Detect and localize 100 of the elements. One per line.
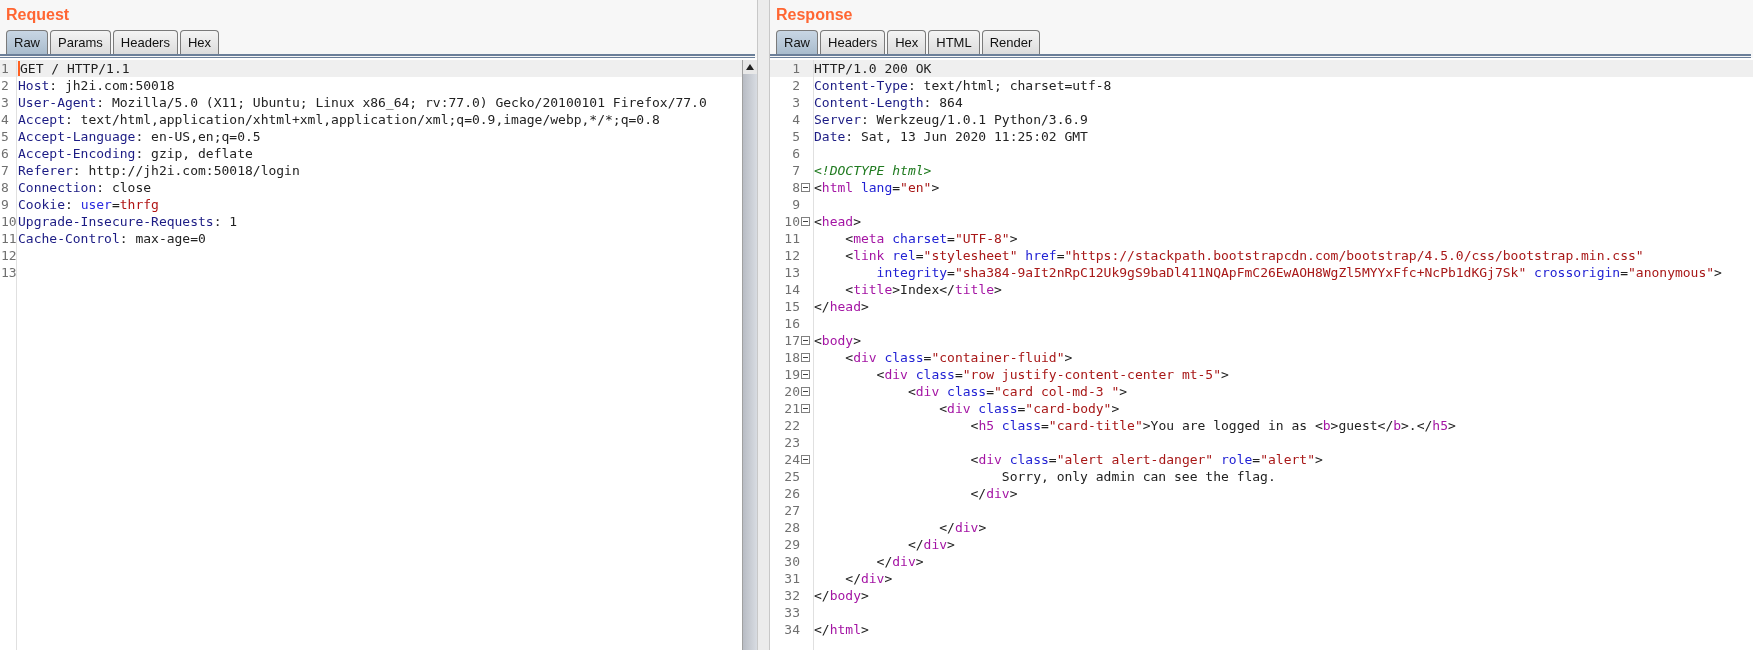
code-token: : jh2i.com:50018 <box>49 76 175 95</box>
code-token: Cache-Control <box>18 229 120 248</box>
code-token: = <box>986 382 995 401</box>
code-token: <!DOCTYPE html> <box>814 161 932 180</box>
collapse-icon[interactable] <box>801 353 810 362</box>
tab[interactable]: Raw <box>6 30 48 54</box>
collapse-icon[interactable] <box>801 217 810 226</box>
code-token: < <box>969 450 979 469</box>
collapse-icon[interactable] <box>801 370 810 379</box>
tab[interactable]: Headers <box>112 30 178 54</box>
code-token: : Sat, 13 Jun 2020 11:25:02 GMT <box>845 127 1088 146</box>
line-number: 1 <box>791 59 800 78</box>
line-number: 7 <box>791 161 800 180</box>
line-number: 11 <box>783 229 800 248</box>
line-number: 6 <box>791 144 800 163</box>
code-token: > <box>860 620 869 639</box>
collapse-icon[interactable] <box>801 455 810 464</box>
code-token: "en" <box>900 178 932 197</box>
code-token: class <box>883 348 924 367</box>
tab[interactable]: Render <box>981 30 1041 54</box>
scroll-up-icon[interactable] <box>743 60 757 74</box>
line-number: 2 <box>791 76 800 95</box>
code-token: class <box>1000 416 1041 435</box>
code-token: : Werkzeug/1.0.1 Python/3.6.9 <box>860 110 1088 129</box>
code-token: </ <box>814 297 830 316</box>
collapse-icon[interactable] <box>801 336 810 345</box>
line-number: 17 <box>783 331 800 350</box>
code-token: > <box>947 535 955 554</box>
collapse-icon[interactable] <box>801 183 810 192</box>
code-token: : 1 <box>213 212 238 231</box>
code-token: </ <box>844 569 861 588</box>
code-token: : max-age=0 <box>119 229 206 248</box>
code-token: HTTP/1.0 200 OK <box>814 59 932 78</box>
line-number: 28 <box>783 518 800 537</box>
code-token: "sha384-9aIt2nRpC12Uk9gS9baDl411NQApFmC26EwAOH8WgZl5MYYxFfc+NcPb1dKGj7Sk" <box>954 263 1527 282</box>
code-token: "stylesheet" <box>923 246 1018 265</box>
code-token: Accept-Language <box>18 127 136 146</box>
line-number: 16 <box>783 314 800 333</box>
line-number: 5 <box>1 127 9 146</box>
tab[interactable]: Params <box>50 30 111 54</box>
code-token: >guest</ <box>1330 416 1394 435</box>
code-token: < <box>844 229 854 248</box>
code-token: >Index</ <box>892 280 955 299</box>
line-number: 34 <box>783 620 800 639</box>
line-number: 31 <box>783 569 800 588</box>
code-token: "card-title" <box>1048 416 1143 435</box>
code-token: body <box>829 586 861 605</box>
code-token: "UTF-8" <box>954 229 1010 248</box>
code-token: : Mozilla/5.0 (X11; Ubuntu; Linux x86_64; rv:77.0) Gecko/20100101 Firefox/77.0 <box>96 93 707 112</box>
line-number: 1 <box>1 59 9 78</box>
code-token: body <box>821 331 854 350</box>
code-token: > <box>1009 229 1018 248</box>
code-token: </ <box>814 586 830 605</box>
line-number: 27 <box>783 501 800 520</box>
code-token: < <box>814 331 822 350</box>
code-token: rel <box>891 246 916 265</box>
code-token: Accept-Encoding <box>18 144 136 163</box>
code-token: "alert" <box>1260 450 1315 469</box>
code-token: "https://stackpath.bootstrapcdn.com/bootstrap/4.5.0/css/bootstrap.min.css" <box>1064 246 1644 265</box>
code-token: </ <box>969 484 987 503</box>
code-token: </ <box>814 620 830 639</box>
tab[interactable]: Headers <box>820 30 886 54</box>
code-token: meta <box>853 229 885 248</box>
code-token: = <box>947 229 955 248</box>
collapse-icon[interactable] <box>801 387 810 396</box>
code-token: div <box>915 382 940 401</box>
code-token: class <box>977 399 1018 418</box>
tab[interactable]: Raw <box>776 30 818 54</box>
code-token: "anonymous" <box>1628 263 1715 282</box>
code-token: div <box>853 348 877 367</box>
code-token: = <box>923 348 932 367</box>
code-token: > <box>978 518 987 537</box>
code-token: : gzip, deflate <box>135 144 253 163</box>
code-token: html <box>821 178 854 197</box>
code-token: href <box>1024 246 1057 265</box>
line-number: 19 <box>783 365 800 384</box>
code-token: > <box>860 586 869 605</box>
scrollbar[interactable] <box>742 60 757 650</box>
code-token: = <box>1048 450 1057 469</box>
line-number: 29 <box>783 535 800 554</box>
line-number: 14 <box>783 280 800 299</box>
tab[interactable]: Hex <box>179 30 220 54</box>
code-token: class <box>946 382 987 401</box>
code-token: = <box>1017 399 1026 418</box>
line-number: 33 <box>783 603 800 622</box>
tab[interactable]: Hex <box>887 30 927 54</box>
tab[interactable]: HTML <box>928 30 980 54</box>
code-token: > <box>915 552 924 571</box>
pane-title: Response <box>775 5 854 25</box>
code-token: > <box>1714 263 1722 282</box>
code-token: < <box>844 348 854 367</box>
code-token: Connection <box>18 178 97 197</box>
code-token: = <box>892 178 901 197</box>
code-token: = <box>1056 246 1065 265</box>
code-token: div <box>986 484 1010 503</box>
code-token: div <box>884 365 908 384</box>
code-token: = <box>1041 416 1049 435</box>
collapse-icon[interactable] <box>801 404 810 413</box>
code-token: GET / HTTP/1.1 <box>20 59 130 78</box>
code-token: > <box>994 280 1002 299</box>
